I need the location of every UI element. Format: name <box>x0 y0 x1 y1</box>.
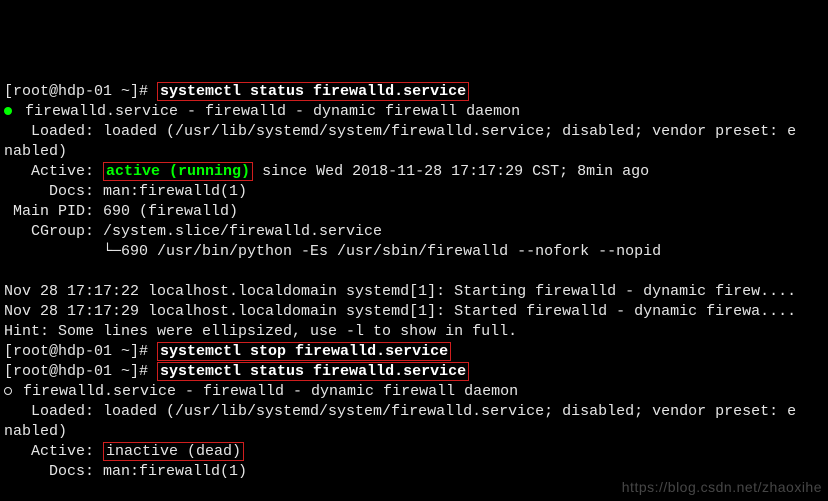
prompt: [root@hdp-01 ~]# <box>4 363 157 380</box>
command-status-2: systemctl status firewalld.service <box>157 362 469 381</box>
active-label-1: Active: <box>4 163 103 180</box>
cgroup-tree-line: └─690 /usr/bin/python -Es /usr/sbin/fire… <box>4 243 661 260</box>
terminal-output[interactable]: [root@hdp-01 ~]# systemctl status firewa… <box>4 82 824 501</box>
active-state-dead: inactive (dead) <box>103 442 244 461</box>
log-line: Nov 28 17:17:29 localhost.localdomain sy… <box>4 303 796 320</box>
active-since-1: since Wed 2018-11-28 17:17:29 CST; 8min … <box>253 163 649 180</box>
loaded-line-1b: nabled) <box>4 143 67 160</box>
loaded-line-2a: Loaded: loaded (/usr/lib/systemd/system/… <box>4 403 796 420</box>
docs-line-2: Docs: man:firewalld(1) <box>4 463 247 480</box>
status-dot-inactive-icon <box>4 387 12 395</box>
loaded-line-1a: Loaded: loaded (/usr/lib/systemd/system/… <box>4 123 796 140</box>
hint-line-1: Hint: Some lines were ellipsized, use -l… <box>4 323 517 340</box>
command-status-1: systemctl status firewalld.service <box>157 82 469 101</box>
service-header-1: firewalld.service - firewalld - dynamic … <box>16 103 520 120</box>
main-pid-line: Main PID: 690 (firewalld) <box>4 203 238 220</box>
cgroup-line-1: CGroup: /system.slice/firewalld.service <box>4 223 382 240</box>
active-state-running: active (running) <box>103 162 253 181</box>
log-line: Nov 28 17:17:22 localhost.localdomain sy… <box>4 283 796 300</box>
loaded-line-2b: nabled) <box>4 423 67 440</box>
status-dot-active-icon <box>4 107 12 115</box>
prompt: [root@hdp-01 ~]# <box>4 83 157 100</box>
service-header-2: firewalld.service - firewalld - dynamic … <box>14 383 518 400</box>
docs-line-1: Docs: man:firewalld(1) <box>4 183 247 200</box>
active-label-2: Active: <box>4 443 103 460</box>
command-stop: systemctl stop firewalld.service <box>157 342 451 361</box>
prompt: [root@hdp-01 ~]# <box>4 343 157 360</box>
